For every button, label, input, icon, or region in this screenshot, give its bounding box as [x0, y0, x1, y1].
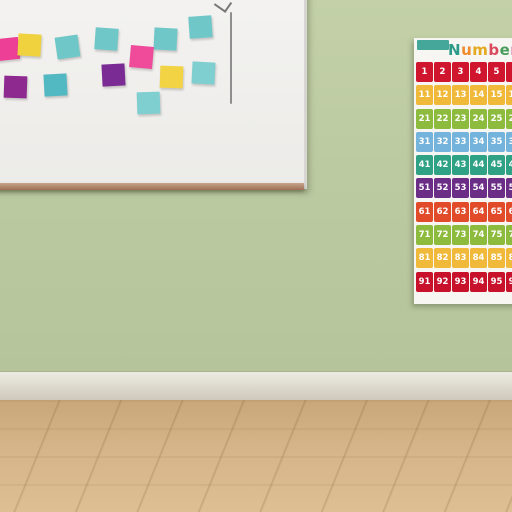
number-cell: 65 [488, 201, 505, 222]
number-cell: 34 [470, 131, 487, 152]
number-cell: 46 [506, 155, 512, 176]
number-cell: 26 [506, 108, 512, 129]
sticky-note [101, 63, 126, 87]
number-cell: 14 [470, 85, 487, 106]
number-cell: 22 [434, 108, 451, 129]
number-cell: 36 [506, 131, 512, 152]
number-cell: 63 [452, 201, 469, 222]
number-cell: 35 [488, 131, 505, 152]
number-cell: 54 [470, 178, 487, 199]
number-cell: 44 [470, 155, 487, 176]
number-cell: 66 [506, 201, 512, 222]
number-cell: 95 [488, 271, 505, 292]
number-cell: 92 [434, 271, 451, 292]
sticky-note [3, 75, 28, 99]
baseboard [0, 372, 512, 402]
number-cell: 24 [470, 108, 487, 129]
number-cell: 91 [416, 271, 433, 292]
number-cell: 84 [470, 248, 487, 269]
number-cell: 75 [488, 225, 505, 246]
number-cell: 94 [470, 271, 487, 292]
number-cell: 76 [506, 225, 512, 246]
marker-line [230, 12, 232, 104]
number-cell: 61 [416, 201, 433, 222]
number-cell: 53 [452, 178, 469, 199]
sticky-note [94, 27, 119, 51]
number-cell: 82 [434, 248, 451, 269]
number-cell: 83 [452, 248, 469, 269]
number-cell: 51 [416, 178, 433, 199]
number-cell: 62 [434, 201, 451, 222]
number-cell: 25 [488, 108, 505, 129]
poster-badge [417, 40, 449, 50]
number-cell: 56 [506, 178, 512, 199]
number-cell: 43 [452, 155, 469, 176]
number-cell: 55 [488, 178, 505, 199]
number-cell: 12 [434, 85, 451, 106]
sticky-note [153, 27, 178, 51]
sticky-note [54, 34, 81, 60]
number-cell: 33 [452, 131, 469, 152]
number-cell: 13 [452, 85, 469, 106]
number-grid: 1234561112131415162122232425263132333435… [416, 62, 512, 294]
number-cell: 5 [488, 62, 505, 82]
number-cell: 45 [488, 155, 505, 176]
number-cell: 3 [452, 62, 469, 82]
sticky-note [129, 45, 154, 69]
number-cell: 1 [416, 62, 433, 82]
sticky-note [188, 15, 213, 39]
number-cell: 81 [416, 248, 433, 269]
number-chart-poster: Number 123456111213141516212223242526313… [414, 38, 512, 304]
number-cell: 32 [434, 131, 451, 152]
number-cell: 71 [416, 225, 433, 246]
number-cell: 31 [416, 131, 433, 152]
number-cell: 74 [470, 225, 487, 246]
number-cell: 42 [434, 155, 451, 176]
number-cell: 73 [452, 225, 469, 246]
number-cell: 96 [506, 271, 512, 292]
number-cell: 52 [434, 178, 451, 199]
number-cell: 21 [416, 108, 433, 129]
sticky-note [17, 33, 42, 57]
number-cell: 16 [506, 85, 512, 106]
number-cell: 41 [416, 155, 433, 176]
number-cell: 15 [488, 85, 505, 106]
sticky-note [136, 91, 161, 115]
number-cell: 4 [470, 62, 487, 82]
poster-title: Number [448, 41, 512, 59]
number-cell: 64 [470, 201, 487, 222]
classroom-scene: Number 123456111213141516212223242526313… [0, 0, 512, 512]
sticky-note [191, 61, 216, 85]
sticky-note [159, 65, 184, 89]
number-cell: 72 [434, 225, 451, 246]
number-cell: 11 [416, 85, 433, 106]
number-cell: 85 [488, 248, 505, 269]
number-cell: 93 [452, 271, 469, 292]
number-cell: 6 [506, 62, 512, 82]
whiteboard-tray [0, 183, 304, 190]
sticky-note [43, 73, 68, 97]
number-cell: 2 [434, 62, 451, 82]
number-cell: 86 [506, 248, 512, 269]
wooden-floor [0, 400, 512, 512]
number-cell: 23 [452, 108, 469, 129]
